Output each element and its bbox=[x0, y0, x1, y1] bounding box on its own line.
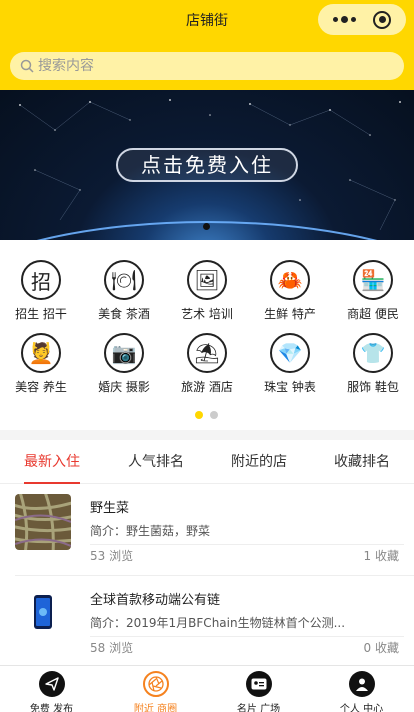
nav-publish[interactable]: 免费 发布 bbox=[0, 666, 103, 712]
favorite-count: 0 收藏 bbox=[363, 641, 399, 655]
category-label: 婚庆 摄影 bbox=[98, 380, 150, 394]
beach-umbrella-icon: ⛱ bbox=[187, 333, 227, 373]
store-thumbnail bbox=[15, 586, 71, 642]
category-label: 珠宝 钟表 bbox=[264, 380, 316, 394]
nav-label: 免费 发布 bbox=[29, 704, 74, 712]
divider bbox=[90, 636, 404, 637]
category-item[interactable]: 🏪 商超 便民 bbox=[332, 260, 414, 322]
list-item[interactable]: 野生菜 简介：野生菌菇，野菜 53 浏览 1 收藏 bbox=[0, 484, 414, 576]
store-name: 全球首款移动端公有链 bbox=[90, 593, 221, 608]
target-circle-icon[interactable] bbox=[373, 10, 392, 29]
bottom-nav: 免费 发布 附近 商圈 名片 广场 个人 中心 bbox=[0, 665, 414, 712]
food-icon: 🍽 bbox=[104, 260, 144, 300]
user-icon bbox=[348, 671, 375, 697]
mini-program-capsule bbox=[318, 4, 406, 35]
nav-profile[interactable]: 个人 中心 bbox=[310, 666, 413, 712]
category-label: 服饰 鞋包 bbox=[347, 380, 399, 394]
nav-label: 名片 广场 bbox=[236, 704, 281, 712]
category-item[interactable]: 💆 美容 养生 bbox=[0, 333, 82, 395]
category-label: 商超 便民 bbox=[347, 307, 399, 321]
top-bar: 店铺街 bbox=[0, 0, 414, 90]
category-grid: 招招生 招干 🍽 美食 茶酒 🖼 艺术 培训 🦀 生鲜 特产 🏪 商超 便民 💆 美容 养… bbox=[0, 240, 414, 430]
category-item[interactable]: 📷 婚庆 摄影 bbox=[83, 333, 165, 395]
store-thumbnail bbox=[15, 494, 71, 550]
store-name: 野生菜 bbox=[90, 501, 130, 516]
search-input[interactable] bbox=[38, 58, 378, 74]
shop-icon: 🏪 bbox=[353, 260, 393, 300]
aperture-icon bbox=[142, 671, 169, 697]
tab-nearby[interactable]: 附近的店 bbox=[219, 440, 299, 484]
pager-dot-active[interactable] bbox=[195, 411, 203, 419]
tab-newest[interactable]: 最新入住 bbox=[12, 440, 92, 484]
category-item[interactable]: 🦀 生鲜 特产 bbox=[249, 260, 331, 322]
view-count: 53 浏览 bbox=[90, 549, 134, 563]
category-item[interactable]: 🖼 艺术 培训 bbox=[166, 260, 248, 322]
store-description: 简介：2019年1月BFChain生物链林首个公测... bbox=[90, 616, 346, 630]
category-label: 生鲜 特产 bbox=[264, 307, 316, 321]
search-bar[interactable] bbox=[10, 52, 404, 80]
paper-plane-icon bbox=[38, 671, 65, 697]
divider bbox=[90, 544, 404, 545]
nav-cards[interactable]: 名片 广场 bbox=[207, 666, 310, 712]
nav-nearby[interactable]: 附近 商圈 bbox=[104, 666, 207, 712]
category-item[interactable]: 招招生 招干 bbox=[0, 260, 82, 322]
free-join-button[interactable]: 点击免费入住 bbox=[116, 148, 298, 182]
more-dots-icon[interactable] bbox=[332, 16, 356, 23]
store-tabs: 最新入住 人气排名 附近的店 收藏排名 bbox=[0, 440, 414, 484]
view-count: 58 浏览 bbox=[90, 641, 134, 655]
category-label: 旅游 酒店 bbox=[181, 380, 233, 394]
beauty-icon: 💆 bbox=[21, 333, 61, 373]
crab-icon: 🦀 bbox=[270, 260, 310, 300]
recruit-icon: 招 bbox=[21, 260, 61, 300]
category-label: 艺术 培训 bbox=[181, 307, 233, 321]
category-item[interactable]: 🍽 美食 茶酒 bbox=[83, 260, 165, 322]
category-item[interactable]: ⛱ 旅游 酒店 bbox=[166, 333, 248, 395]
nav-label: 附近 商圈 bbox=[133, 704, 178, 712]
category-label: 美食 茶酒 bbox=[98, 307, 150, 321]
favorite-count: 1 收藏 bbox=[363, 549, 399, 563]
store-list: 野生菜 简介：野生菌菇，野菜 53 浏览 1 收藏 全球首款移动端公有链 简介：… bbox=[0, 484, 414, 665]
category-item[interactable]: 💎 珠宝 钟表 bbox=[249, 333, 331, 395]
banner-indicator bbox=[203, 223, 210, 230]
id-card-icon bbox=[245, 671, 272, 697]
tab-popular[interactable]: 人气排名 bbox=[116, 440, 196, 484]
diamond-icon: 💎 bbox=[270, 333, 310, 373]
search-icon bbox=[20, 59, 34, 73]
nav-label: 个人 中心 bbox=[339, 704, 384, 712]
promo-banner[interactable]: 点击免费入住 bbox=[0, 90, 414, 240]
pager-dot[interactable] bbox=[210, 411, 218, 419]
art-icon: 🖼 bbox=[187, 260, 227, 300]
camera-icon: 📷 bbox=[104, 333, 144, 373]
shirt-icon: 👕 bbox=[353, 333, 393, 373]
category-pager bbox=[195, 411, 218, 419]
category-label: 招生 招干 bbox=[15, 307, 67, 321]
category-label: 美容 养生 bbox=[15, 380, 67, 394]
category-item[interactable]: 👕 服饰 鞋包 bbox=[332, 333, 414, 395]
tab-favorites-rank[interactable]: 收藏排名 bbox=[322, 440, 402, 484]
store-description: 简介：野生菌菇，野菜 bbox=[90, 524, 211, 538]
list-item[interactable]: 全球首款移动端公有链 简介：2019年1月BFChain生物链林首个公测... … bbox=[0, 576, 414, 665]
